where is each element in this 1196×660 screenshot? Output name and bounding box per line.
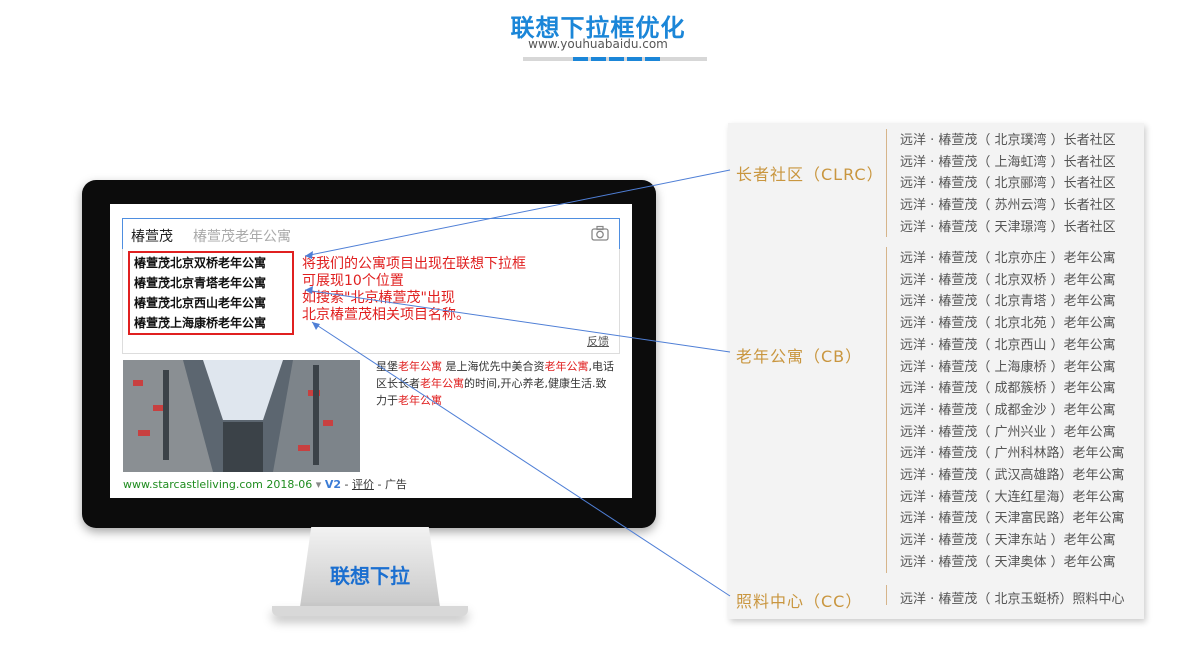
arrow-head	[305, 251, 313, 259]
arrow-head	[305, 286, 313, 294]
connector-line	[304, 289, 731, 353]
connector-line	[304, 169, 731, 257]
connector-lines	[304, 169, 731, 597]
connector-line	[311, 321, 731, 597]
